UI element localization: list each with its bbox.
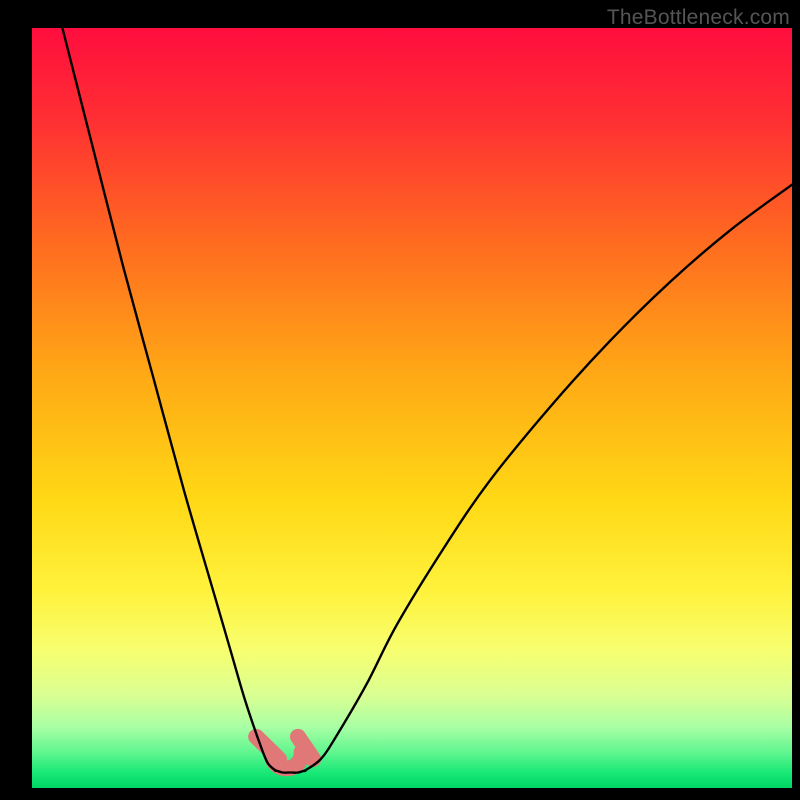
plot-area xyxy=(32,28,792,774)
stage: TheBottleneck.com xyxy=(0,0,800,800)
curve-layer xyxy=(32,28,792,774)
trough-markers xyxy=(256,737,313,769)
bottleneck-curve xyxy=(62,28,792,773)
watermark-text: TheBottleneck.com xyxy=(607,6,790,30)
